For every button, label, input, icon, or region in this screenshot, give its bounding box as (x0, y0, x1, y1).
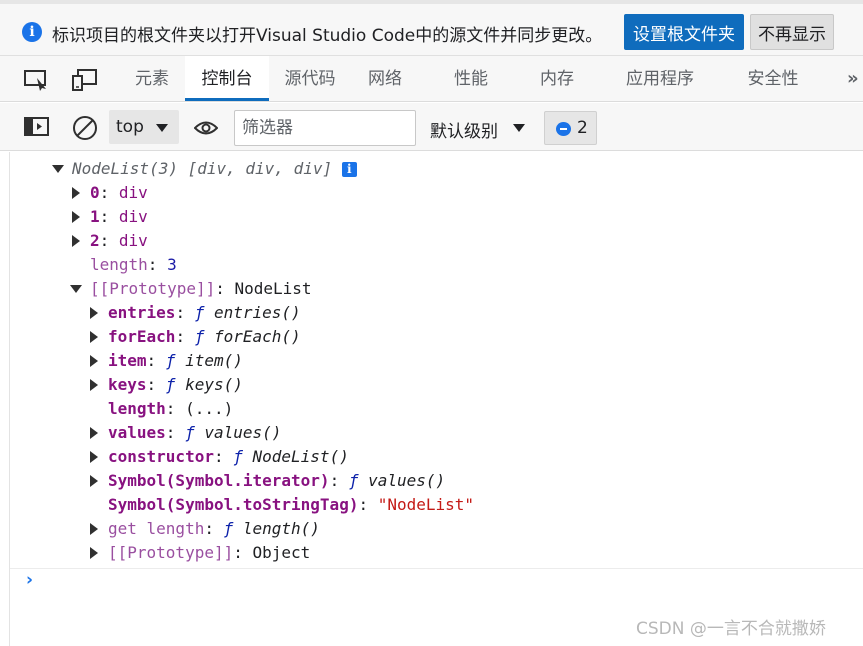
notification-bar: i 标识项目的根文件夹以打开Visual Studio Code中的源文件并同步… (0, 0, 863, 56)
set-root-folder-button[interactable]: 设置根文件夹 (624, 14, 744, 50)
levels-chevron-down-icon[interactable] (513, 124, 525, 132)
info-badge-icon[interactable]: i (341, 162, 357, 177)
issues-count: 2 (577, 118, 588, 138)
expanded-triangle-icon[interactable] (70, 285, 82, 293)
tab-elements[interactable]: 元素 (120, 56, 184, 101)
console-toolbar: top 默认级别 2 (0, 103, 863, 151)
device-emulation-icon[interactable] (72, 69, 98, 91)
collapsed-triangle-icon[interactable] (90, 355, 98, 367)
object-preview: [div, div, div] (187, 159, 333, 178)
tab-security[interactable]: 安全性 (733, 56, 813, 101)
length-row: length: 3 (90, 255, 177, 274)
watermark: CSDN @一言不合就撒娇 (636, 619, 826, 639)
dont-show-again-button[interactable]: 不再显示 (750, 14, 834, 50)
object-name: NodeList(3) (72, 159, 178, 178)
collapsed-triangle-icon[interactable] (90, 523, 98, 535)
info-icon: i (22, 22, 42, 42)
more-tabs-icon[interactable]: » (847, 68, 858, 89)
collapsed-triangle-icon[interactable] (90, 547, 98, 559)
tab-sources[interactable]: 源代码 (274, 56, 346, 101)
log-levels-dropdown[interactable]: 默认级别 (430, 117, 498, 142)
console-prompt-icon[interactable]: › (26, 570, 33, 590)
chevron-down-icon (156, 124, 168, 132)
tab-network[interactable]: 网络 (356, 56, 414, 101)
console-input-divider (10, 568, 863, 569)
collapsed-triangle-icon[interactable] (90, 307, 98, 319)
notification-message: 标识项目的根文件夹以打开Visual Studio Code中的源文件并同步更改… (52, 26, 603, 46)
devtools-tab-strip: 元素 控制台 源代码 网络 性能 内存 应用程序 安全性 » (0, 56, 863, 102)
inspect-element-icon[interactable] (24, 69, 50, 91)
console-output: NodeList(3) [div, div, div] i 0: div 1: … (0, 152, 863, 646)
collapsed-triangle-icon[interactable] (90, 379, 98, 391)
collapsed-triangle-icon[interactable] (72, 211, 80, 223)
list-item[interactable]: length: (...) (108, 397, 233, 421)
tab-application[interactable]: 应用程序 (613, 56, 707, 101)
expanded-triangle-icon[interactable] (52, 165, 64, 173)
tab-console[interactable]: 控制台 (185, 56, 269, 101)
context-selector-value: top (116, 117, 144, 137)
collapsed-triangle-icon[interactable] (90, 475, 98, 487)
sidebar-toggle-icon[interactable] (24, 117, 50, 141)
collapsed-triangle-icon[interactable] (72, 187, 80, 199)
list-item: Symbol(Symbol.toStringTag): "NodeList" (108, 495, 475, 514)
collapsed-triangle-icon[interactable] (72, 235, 80, 247)
log-levels-label: 默认级别 (430, 122, 498, 142)
collapsed-triangle-icon[interactable] (90, 451, 98, 463)
invoke-getter[interactable]: (...) (185, 399, 233, 418)
issues-counter-button[interactable]: 2 (544, 111, 597, 145)
tab-performance[interactable]: 性能 (441, 56, 501, 101)
collapsed-triangle-icon[interactable] (90, 427, 98, 439)
live-expression-eye-icon[interactable] (193, 120, 219, 140)
collapsed-triangle-icon[interactable] (90, 331, 98, 343)
message-bubble-icon (556, 122, 571, 136)
context-selector[interactable]: top (109, 110, 179, 144)
tab-memory[interactable]: 内存 (527, 56, 587, 101)
gutter-divider (9, 152, 10, 646)
filter-input[interactable] (234, 110, 416, 146)
clear-console-icon[interactable] (72, 115, 98, 145)
